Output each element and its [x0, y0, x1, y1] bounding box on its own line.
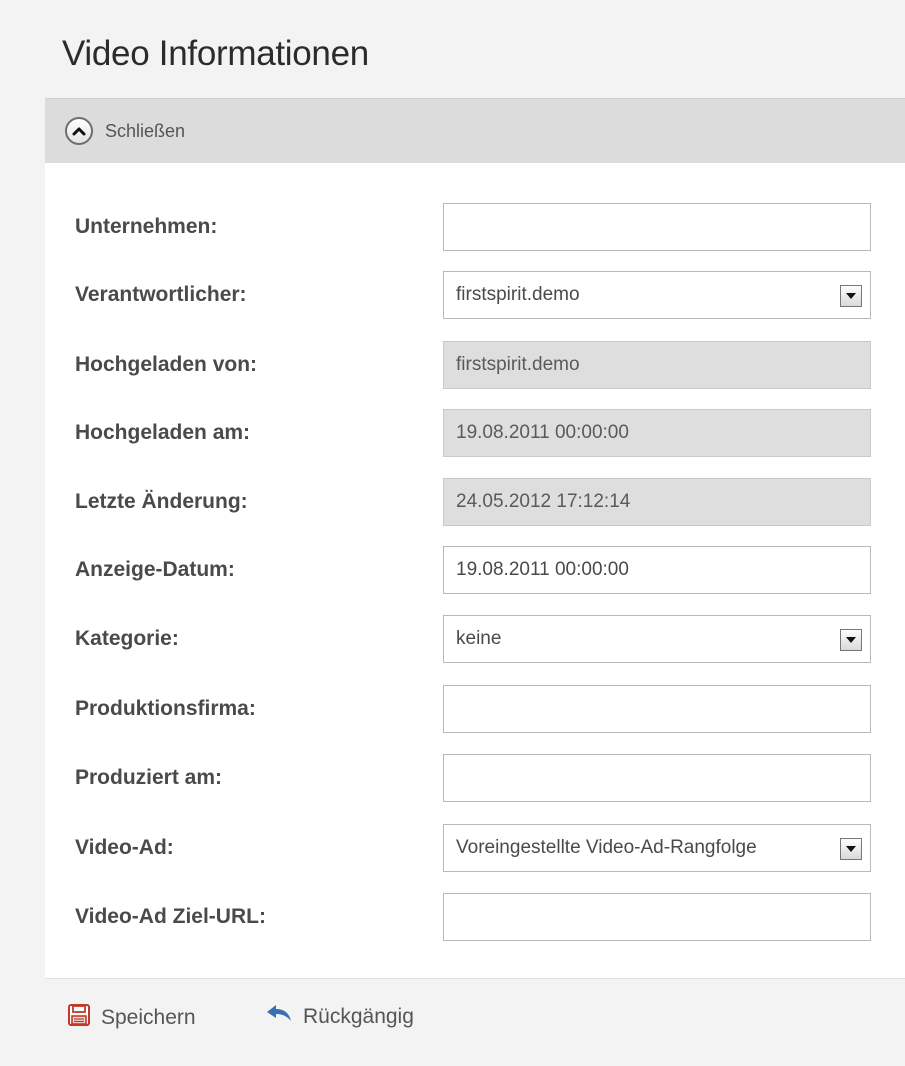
- video-ad-select[interactable]: Voreingestellte Video-Ad-Rangfolge: [443, 824, 871, 872]
- field-label: Anzeige-Datum:: [75, 558, 235, 581]
- collapse-label: Schließen: [105, 120, 186, 141]
- panel-title: Video Informationen: [62, 34, 369, 73]
- collapse-bar: Schließen: [45, 98, 905, 163]
- letzte-aenderung-field: 24.05.2012 17:12:14: [443, 478, 871, 526]
- select-value: firstspirit.demo: [456, 284, 580, 305]
- produziert-am-input[interactable]: [443, 754, 871, 802]
- select-value: keine: [456, 628, 502, 649]
- video-ad-ziel-url-input[interactable]: [443, 893, 871, 941]
- chevron-up-circle-icon: [65, 117, 93, 145]
- anzeige-datum-input[interactable]: 19.08.2011 00:00:00: [443, 546, 871, 594]
- field-label: Verantwortlicher:: [75, 283, 247, 306]
- row-hochgeladen-von: Hochgeladen von: firstspirit.demo: [45, 341, 905, 391]
- field-label: Produktionsfirma:: [75, 697, 256, 720]
- produktionsfirma-input[interactable]: [443, 685, 871, 733]
- hochgeladen-von-field: firstspirit.demo: [443, 341, 871, 389]
- verantwortlicher-select[interactable]: firstspirit.demo: [443, 271, 871, 319]
- row-video-ad: Video-Ad: Voreingestellte Video-Ad-Rangf…: [45, 824, 905, 874]
- row-hochgeladen-am: Hochgeladen am: 19.08.2011 00:00:00: [45, 409, 905, 459]
- video-info-panel: Video Informationen Schließen Unternehme…: [45, 8, 905, 1061]
- select-value: Voreingestellte Video-Ad-Rangfolge: [456, 837, 757, 858]
- unternehmen-input[interactable]: [443, 203, 871, 251]
- field-label: Video-Ad Ziel-URL:: [75, 905, 266, 928]
- row-video-ad-ziel-url: Video-Ad Ziel-URL:: [45, 893, 905, 943]
- field-label: Unternehmen:: [75, 215, 218, 238]
- field-label: Kategorie:: [75, 627, 179, 650]
- collapse-button[interactable]: Schließen: [65, 113, 185, 149]
- undo-label: Rückgängig: [303, 1005, 414, 1028]
- field-label: Hochgeladen von:: [75, 353, 258, 376]
- row-letzte-aenderung: Letzte Änderung: 24.05.2012 17:12:14: [45, 478, 905, 528]
- field-label: Produziert am:: [75, 766, 223, 789]
- field-label: Hochgeladen am:: [75, 421, 251, 444]
- row-anzeige-datum: Anzeige-Datum: 19.08.2011 00:00:00: [45, 546, 905, 596]
- chevron-down-icon[interactable]: [840, 285, 862, 307]
- save-button[interactable]: Speichern: [67, 1003, 196, 1033]
- row-kategorie: Kategorie: keine: [45, 615, 905, 665]
- kategorie-select[interactable]: keine: [443, 615, 871, 663]
- row-verantwortlicher: Verantwortlicher: firstspirit.demo: [45, 271, 905, 321]
- floppy-disk-icon: [67, 1003, 91, 1033]
- undo-button[interactable]: Rückgängig: [265, 1003, 414, 1031]
- undo-arrow-icon: [265, 1003, 293, 1031]
- footer-toolbar: Speichern Rückgängig: [45, 978, 905, 1061]
- row-produziert-am: Produziert am:: [45, 754, 905, 804]
- form-area: Unternehmen: Verantwortlicher: firstspir…: [45, 163, 905, 978]
- page: Video Informationen Schließen Unternehme…: [0, 0, 905, 1066]
- save-label: Speichern: [101, 1006, 196, 1029]
- row-unternehmen: Unternehmen:: [45, 203, 905, 253]
- chevron-down-icon[interactable]: [840, 629, 862, 651]
- field-label: Video-Ad:: [75, 836, 174, 859]
- row-produktionsfirma: Produktionsfirma:: [45, 685, 905, 735]
- field-label: Letzte Änderung:: [75, 490, 248, 513]
- chevron-down-icon[interactable]: [840, 838, 862, 860]
- hochgeladen-am-field: 19.08.2011 00:00:00: [443, 409, 871, 457]
